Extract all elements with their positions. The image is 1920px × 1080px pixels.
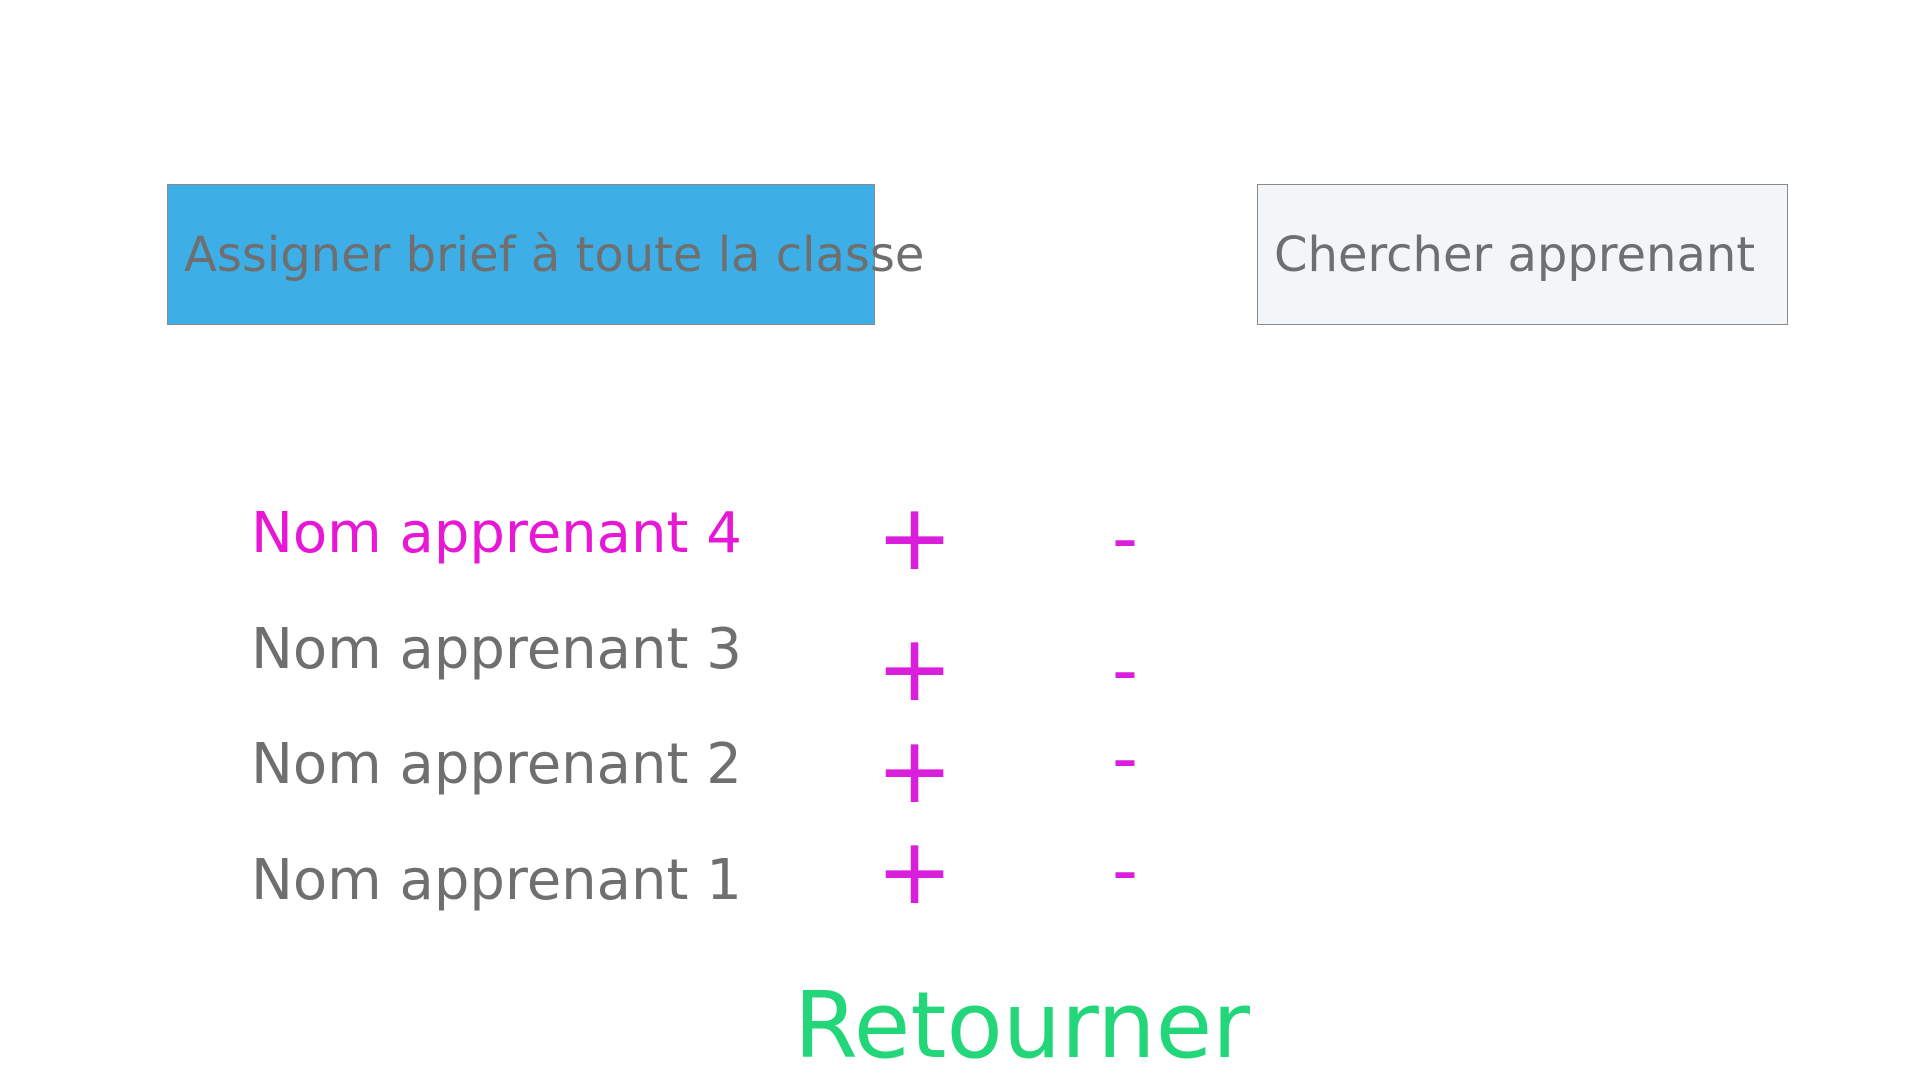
add-learner-4-button[interactable]: +: [876, 492, 953, 584]
assign-brief-to-class-label: Assigner brief à toute la classe: [184, 226, 925, 283]
add-learner-2-button[interactable]: +: [876, 725, 953, 817]
learner-name-4: Nom apprenant 4: [251, 501, 742, 566]
add-learner-1-button[interactable]: +: [876, 826, 953, 918]
remove-learner-2-button[interactable]: -: [1112, 722, 1138, 794]
remove-learner-1-button[interactable]: -: [1112, 834, 1138, 906]
search-learner-button[interactable]: Chercher apprenant: [1257, 184, 1788, 325]
learner-name-2: Nom apprenant 2: [251, 732, 742, 797]
back-button[interactable]: Retourner: [794, 980, 1250, 1072]
search-learner-label: Chercher apprenant: [1274, 226, 1756, 283]
learner-name-1: Nom apprenant 1: [251, 848, 742, 913]
learner-name-3: Nom apprenant 3: [251, 617, 742, 682]
assign-brief-to-class-button[interactable]: Assigner brief à toute la classe: [167, 184, 924, 325]
remove-learner-3-button[interactable]: -: [1112, 634, 1138, 706]
remove-learner-4-button[interactable]: -: [1112, 502, 1138, 574]
add-learner-3-button[interactable]: +: [876, 623, 953, 715]
